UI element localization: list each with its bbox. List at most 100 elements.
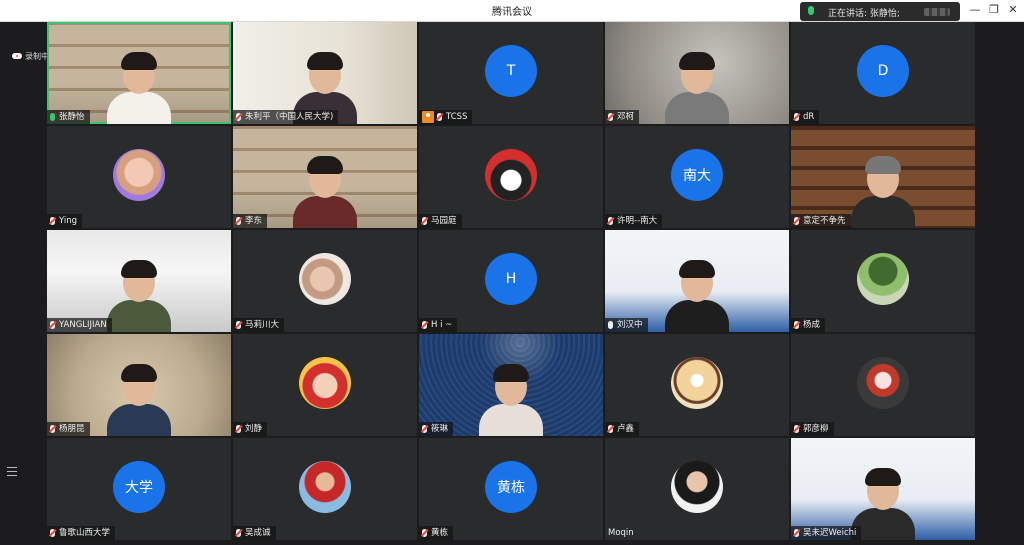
microphone-icon [608,321,613,329]
title-bar: 腾讯会议 正在讲话: 张静怡; — ❐ ✕ [0,0,1024,22]
participant-nameplate: 马莉川大 [233,318,285,332]
recording-label: 录制中 [25,52,49,61]
participant-tile[interactable]: 杨成 [791,230,975,332]
participant-nameplate: TCSS [419,110,473,124]
avatar [485,149,537,201]
participant-tile[interactable]: 马园庭 [419,126,603,228]
participant-tile[interactable]: D dR [791,22,975,124]
participant-tile[interactable]: 黄栋 黄栋 [419,438,603,540]
participant-name: 意定不争先 [803,216,846,226]
microphone-muted-icon [236,425,241,433]
participant-tile[interactable]: 郭彦柳 [791,334,975,436]
participant-tile[interactable]: 邓柯 [605,22,789,124]
participant-name: 吴成诚 [245,528,271,538]
participant-tile[interactable]: Moqin [605,438,789,540]
participant-name: 杨成 [803,320,821,330]
participant-name: 吴未迟Weichi [803,528,857,538]
microphone-muted-icon [608,113,613,121]
participant-video [289,156,361,228]
participant-nameplate: Ying [47,214,83,228]
cloud-record-icon [12,53,22,59]
microphone-muted-icon [608,425,613,433]
microphone-on-icon [50,113,55,121]
participant-tile[interactable]: 吴成诚 [233,438,417,540]
participant-nameplate: dR [791,110,820,124]
microphone-muted-icon [236,217,241,225]
participant-name: TCSS [446,112,468,122]
avatar [299,253,351,305]
restore-icon[interactable]: ❐ [984,2,1004,18]
microphone-muted-icon [422,321,427,329]
list-menu-icon[interactable] [7,467,17,477]
avatar: 黄栋 [485,461,537,513]
avatar [857,357,909,409]
participant-tile[interactable]: 朱利平（中国人民大学) [233,22,417,124]
participant-tile[interactable]: 马莉川大 [233,230,417,332]
minimize-icon[interactable]: — [965,2,985,18]
participant-tile[interactable]: Ying [47,126,231,228]
avatar: D [857,45,909,97]
participant-nameplate: 鲁歌山西大学 [47,526,116,540]
participant-tile[interactable]: 南大 许明--南大 [605,126,789,228]
avatar: H [485,253,537,305]
avatar: 南大 [671,149,723,201]
microphone-muted-icon [50,217,55,225]
participant-nameplate: 卢鑫 [605,422,640,436]
microphone-muted-icon [50,529,55,537]
participant-nameplate: 朱利平（中国人民大学) [233,110,339,124]
participant-name: 筱琳 [431,424,449,434]
participant-nameplate: Moqin [605,526,639,540]
participant-name: 刘汉中 [617,320,643,330]
participant-nameplate: 张静怡 [47,110,90,124]
participant-video [847,156,919,228]
close-icon[interactable]: ✕ [1003,2,1023,18]
participant-tile[interactable]: YANGLIJIAN [47,230,231,332]
microphone-muted-icon [794,529,799,537]
participant-tile[interactable]: 张静怡 [47,22,231,124]
participant-tile[interactable]: 大学 鲁歌山西大学 [47,438,231,540]
participant-nameplate: H i ~ [419,318,458,332]
microphone-muted-icon [422,425,427,433]
avatar [671,357,723,409]
participant-name: YANGLIJIAN [59,320,107,330]
microphone-muted-icon [437,113,442,121]
participant-name: 马园庭 [431,216,457,226]
participant-nameplate: 郭彦柳 [791,422,834,436]
participant-nameplate: 邓柯 [605,110,640,124]
participant-grid: 张静怡 朱利平（中国人民大学) T TCSS 邓柯 D dR Ying 李东 马… [47,22,977,545]
avatar: 大学 [113,461,165,513]
microphone-muted-icon [50,321,55,329]
audio-level-icon [924,8,950,16]
participant-name: 杨朋昆 [59,424,85,434]
microphone-muted-icon [422,217,427,225]
participant-tile[interactable]: 刘汉中 [605,230,789,332]
participant-tile[interactable]: 杨朋昆 [47,334,231,436]
participant-name: 朱利平（中国人民大学) [245,112,334,122]
participant-tile[interactable]: 意定不争先 [791,126,975,228]
avatar [299,357,351,409]
participant-name: 张静怡 [59,112,85,122]
participant-nameplate: 意定不争先 [791,214,851,228]
participant-tile[interactable]: 吴未迟Weichi [791,438,975,540]
participant-name: dR [803,112,815,122]
microphone-muted-icon [236,321,241,329]
microphone-muted-icon [794,321,799,329]
participant-tile[interactable]: 李东 [233,126,417,228]
participant-nameplate: 黄栋 [419,526,454,540]
participant-tile[interactable]: 刘静 [233,334,417,436]
participant-video [661,52,733,124]
participant-tile[interactable]: H H i ~ [419,230,603,332]
avatar [857,253,909,305]
microphone-muted-icon [794,425,799,433]
participant-tile[interactable]: 筱琳 [419,334,603,436]
participant-tile[interactable]: T TCSS [419,22,603,124]
avatar: T [485,45,537,97]
participant-name: 马莉川大 [245,320,280,330]
participant-tile[interactable]: 卢鑫 [605,334,789,436]
microphone-muted-icon [794,217,799,225]
participant-nameplate: 筱琳 [419,422,454,436]
avatar [113,149,165,201]
participant-nameplate: 吴未迟Weichi [791,526,862,540]
recording-status[interactable]: 录制中 [12,51,49,62]
participant-nameplate: 刘静 [233,422,268,436]
